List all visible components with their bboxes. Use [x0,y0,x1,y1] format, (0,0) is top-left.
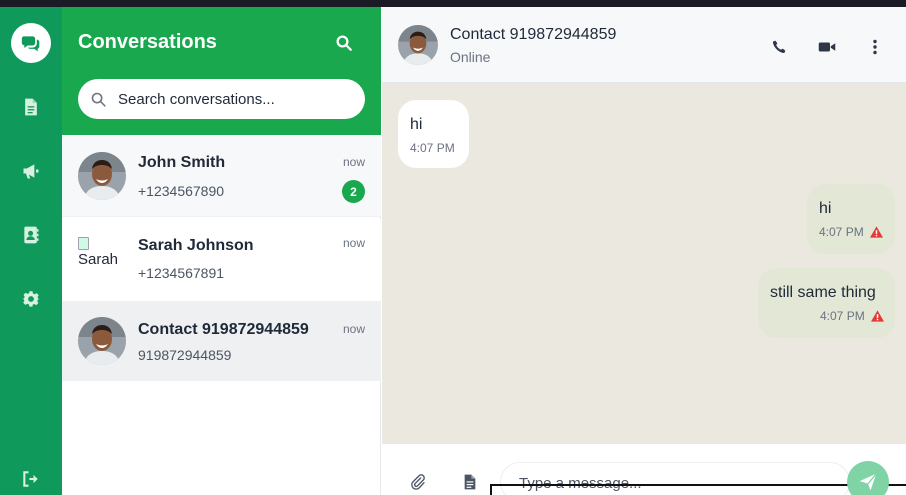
nav-settings-button[interactable] [11,279,51,319]
broken-image-icon [78,237,89,250]
nav-contacts-button[interactable] [11,215,51,255]
message-time: 4:07 PM [410,141,455,155]
conversations-header: Conversations [62,7,381,135]
message-text: hi [819,200,832,217]
message-composer [382,443,906,495]
message-bubble-outgoing: hi 4:07 PM [807,184,895,254]
avatar [78,317,126,365]
contact-phone: +1234567890 [138,183,225,199]
logout-icon [23,471,38,487]
paperclip-icon [411,474,425,490]
warning-icon [871,310,884,322]
warning-icon [870,226,883,238]
nav-documents-button[interactable] [11,87,51,127]
more-vertical-icon [873,39,877,55]
video-icon [818,42,836,52]
chat-contact-status: Online [450,49,491,65]
message-bubble-outgoing: still same thing 4:07 PM [758,268,895,338]
contact-name: Contact 919872944859 [138,321,309,338]
conversation-item-sarah-johnson[interactable]: Sarah Sarah Johnson +1234567891 now [62,219,381,301]
avatar [398,25,438,65]
message-time: 4:07 PM [819,225,864,239]
conversations-search-button[interactable] [332,31,356,55]
contact-phone: 919872944859 [138,347,232,363]
nav-campaigns-button[interactable] [11,151,51,191]
logout-button[interactable] [11,459,51,495]
contact-book-icon [24,226,39,244]
contact-name: Sarah Johnson [138,237,254,254]
phone-icon [772,40,786,53]
megaphone-icon [23,164,39,179]
contact-phone: +1234567891 [138,265,225,281]
document-icon [25,98,37,116]
conversations-title: Conversations [78,31,217,53]
search-icon [336,35,352,51]
chat-bubbles-icon [21,36,40,52]
message-text: still same thing [770,284,876,301]
voice-call-button[interactable] [767,35,791,59]
message-bubble-incoming: hi 4:07 PM [398,100,469,168]
message-text: hi [410,116,423,133]
last-message-time: now [342,236,365,250]
last-message-time: now [342,155,365,169]
chat-header: Contact 919872944859 Online [382,7,906,83]
contact-name: John Smith [138,154,226,171]
more-options-button[interactable] [863,35,887,59]
chat-contact-name: Contact 919872944859 [450,26,617,43]
conversations-panel: Conversations John Smith +1234567890 now… [62,7,381,495]
document-icon [464,474,476,490]
attach-file-button[interactable] [406,470,430,494]
search-icon [91,92,106,107]
conversation-item-john-smith[interactable]: John Smith +1234567890 now 2 [62,135,381,217]
avatar-alt-text: Sarah [78,251,119,268]
conversation-item-contact-919872944859[interactable]: Contact 919872944859 919872944859 now [62,301,381,381]
input-focus-outline [490,484,906,495]
send-icon [859,473,877,491]
conversation-search-box [78,79,365,119]
unread-count-badge: 2 [342,180,365,203]
search-input[interactable] [118,87,350,111]
avatar-broken-image: Sarah [78,236,126,284]
avatar [78,152,126,200]
sidebar-rail [0,7,62,495]
template-button[interactable] [458,470,482,494]
window-top-bar [0,0,906,7]
nav-chats-button[interactable] [11,23,51,63]
video-call-button[interactable] [815,35,839,59]
message-time: 4:07 PM [820,309,865,323]
last-message-time: now [342,322,365,336]
send-button[interactable] [847,461,889,495]
chat-panel: Contact 919872944859 Online hi 4:07 PM h… [382,7,906,495]
gear-icon [21,291,41,307]
